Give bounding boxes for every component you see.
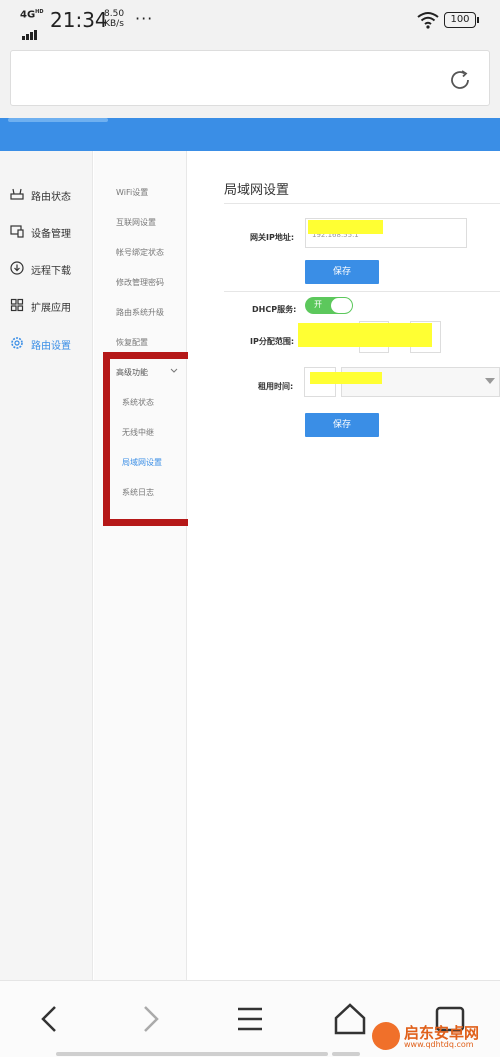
save-button-2[interactable]: 保存 [305, 413, 379, 437]
nav-label: 扩展应用 [31, 303, 71, 314]
nav-item-remote-download[interactable]: 远程下载 [10, 259, 92, 279]
save-button[interactable]: 保存 [305, 260, 379, 284]
page-title: 局域网设置 [224, 183, 290, 198]
menu-icon[interactable] [230, 999, 270, 1039]
status-bar: 4GHD 21:34 8.50 KB/s ··· 100 [0, 0, 500, 42]
reload-icon[interactable] [447, 67, 473, 93]
more-dots: ··· [135, 9, 154, 28]
main-content: 局域网设置 网关IP地址: 192.168.55.1 保存 DHCP服务: 开 … [188, 151, 500, 981]
redaction-highlight [298, 323, 432, 347]
network-type: 4G [20, 9, 36, 21]
header-logo [8, 118, 108, 122]
address-bar[interactable] [10, 50, 490, 106]
gear-icon [11, 337, 23, 349]
watermark-logo-icon [372, 1022, 400, 1050]
gesture-bar-small [332, 1052, 360, 1056]
watermark-url: www.qdhtdq.com [404, 1040, 474, 1049]
annotation-highlight-box [103, 352, 195, 526]
clock: 21:34 [50, 8, 108, 32]
router-header [0, 118, 500, 151]
dhcp-label: DHCP服务: [252, 305, 297, 314]
back-icon[interactable] [30, 999, 70, 1039]
sub-item-internet[interactable]: 互联网设置 [116, 217, 156, 228]
nav-label: 设备管理 [31, 229, 71, 240]
browser-toolbar [0, 42, 500, 120]
download-icon [10, 261, 24, 275]
nav-item-device-management[interactable]: 设备管理 [10, 222, 92, 242]
wifi-icon [417, 12, 439, 29]
left-nav: 路由状态 设备管理 远程下载 扩展应用 路由设置 [0, 151, 93, 981]
home-icon[interactable] [330, 999, 370, 1039]
speed-value: 8.50 [104, 9, 125, 19]
sub-item-restore-config[interactable]: 恢复配置 [116, 337, 148, 348]
apps-icon [10, 298, 24, 312]
nav-label: 远程下载 [31, 266, 71, 277]
nav-label: 路由状态 [31, 192, 71, 203]
nav-item-router-settings[interactable]: 路由设置 [10, 334, 92, 354]
sub-nav [94, 151, 187, 981]
dhcp-toggle[interactable]: 开 [305, 297, 353, 314]
dropdown-arrow-icon [485, 378, 495, 384]
nav-item-extensions[interactable]: 扩展应用 [10, 296, 92, 316]
title-divider [224, 203, 500, 204]
section-divider [224, 291, 500, 292]
signal-icon: 4GHD [20, 9, 46, 40]
redaction-highlight [308, 220, 383, 234]
sub-item-firmware-upgrade[interactable]: 路由系统升级 [116, 307, 164, 318]
dhcp-state: 开 [314, 300, 322, 309]
lease-time-label: 租用时间: [258, 382, 294, 391]
sub-item-change-password[interactable]: 修改管理密码 [116, 277, 164, 288]
redaction-highlight [310, 372, 382, 384]
nav-label: 路由设置 [31, 341, 71, 352]
watermark: 启东安卓网 www.qdhtdq.com [372, 1022, 500, 1056]
battery-icon: 100 [444, 12, 479, 28]
ip-range-label: IP分配范围: [250, 337, 295, 346]
nav-item-router-status[interactable]: 路由状态 [10, 185, 92, 205]
gesture-bar [56, 1052, 328, 1056]
forward-icon[interactable] [130, 999, 170, 1039]
sub-item-wifi[interactable]: WiFi设置 [116, 187, 148, 198]
sub-item-account-binding[interactable]: 帐号绑定状态 [116, 247, 164, 258]
router-icon [10, 188, 24, 200]
speed-unit: KB/s [104, 19, 124, 29]
network-speed: 8.50 KB/s [104, 9, 124, 29]
hd-badge: HD [35, 9, 44, 15]
gateway-ip-label: 网关IP地址: [250, 233, 295, 242]
device-icon [10, 225, 24, 238]
